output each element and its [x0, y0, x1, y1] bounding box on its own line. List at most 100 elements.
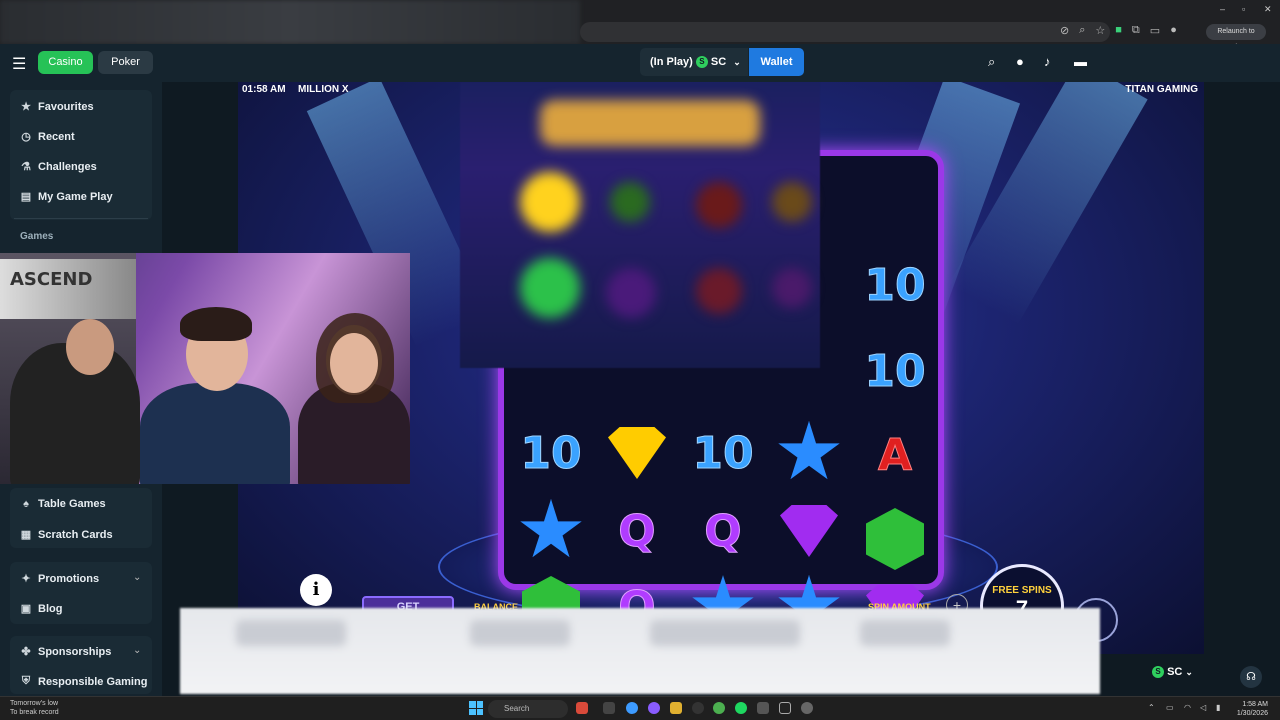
currency-label: SC: [1167, 666, 1183, 678]
sidebar-item-sponsorships[interactable]: ✤ Sponsorships: [20, 645, 111, 659]
sidebar-item-blog[interactable]: ▣ Blog: [20, 602, 63, 616]
profile-avatar[interactable]: ●: [1170, 24, 1177, 37]
games-section-header: Games: [20, 231, 54, 242]
blurred-symbol: [772, 182, 812, 222]
symbol-10: 10: [864, 345, 926, 397]
sidebar-item-label: Favourites: [38, 100, 94, 113]
grid-icon: ▦: [20, 529, 32, 541]
relaunch-button[interactable]: Relaunch to update: [1206, 24, 1266, 51]
browser-toolbar-icons: ⊘ ⌕ ☆ ■ ⧉ ▭ ●: [1060, 24, 1177, 37]
symbol-10: 10: [864, 259, 926, 311]
spotify-icon[interactable]: [735, 702, 747, 714]
game-title: MILLION X: [298, 84, 349, 95]
sidebar-item-label: Recent: [38, 130, 75, 143]
bookmark-star-icon[interactable]: ☆: [1095, 24, 1105, 37]
balance-selector[interactable]: (In Play) S SC ⌄: [640, 48, 748, 76]
wifi-icon[interactable]: ◠: [1184, 703, 1191, 712]
battery-icon[interactable]: ▮: [1216, 703, 1220, 712]
app-icon[interactable]: [648, 702, 660, 714]
chevron-down-icon[interactable]: ⌄: [133, 645, 141, 656]
sidebar-item-responsible-gaming[interactable]: ⛨ Responsible Gaming: [20, 675, 148, 688]
user-icon[interactable]: ●: [1016, 54, 1024, 69]
volume-icon[interactable]: ◁: [1200, 703, 1206, 712]
windows-start-icon[interactable]: [469, 701, 483, 715]
sidebar-item-favourites[interactable]: ★ Favourites: [20, 100, 94, 114]
symbol-10: 10: [692, 427, 754, 479]
app-icon[interactable]: [576, 702, 588, 714]
app-icon[interactable]: [801, 702, 813, 714]
tray-chevron-icon[interactable]: ⌃: [1148, 703, 1155, 712]
sidebar-item-label: My Game Play: [38, 190, 113, 203]
sidebar-item-table-games[interactable]: ♠ Table Games: [20, 498, 106, 510]
terminal-icon[interactable]: [779, 702, 791, 714]
address-bar[interactable]: [580, 22, 1110, 42]
symbol-a: A: [877, 429, 913, 481]
blurred-symbol: [696, 182, 742, 228]
blurred-symbol: [696, 268, 742, 314]
chat-icon[interactable]: ▬: [1074, 54, 1087, 69]
table-icon: ♠: [23, 498, 29, 510]
taskbar-search[interactable]: Search: [488, 700, 568, 718]
blurred-symbol: [772, 268, 812, 308]
zoom-icon[interactable]: ⌕: [1079, 24, 1085, 37]
weather-line-2: To break record: [10, 709, 59, 716]
folder-icon[interactable]: [670, 702, 682, 714]
tray-icon[interactable]: ▭: [1166, 703, 1174, 712]
weather-line-1: Tomorrow's low: [10, 700, 59, 707]
camera-off-icon[interactable]: ⊘: [1060, 24, 1069, 37]
person-left-head: [66, 319, 114, 375]
person-center: [140, 383, 290, 484]
app-icon[interactable]: [603, 702, 615, 714]
extension-icon[interactable]: ■: [1115, 24, 1122, 37]
tab-poker[interactable]: Poker: [98, 51, 153, 74]
currency-label: SC: [710, 56, 727, 68]
person-center-hair: [180, 307, 252, 341]
gift-icon: ✦: [21, 573, 31, 585]
tab-casino[interactable]: Casino: [38, 51, 93, 74]
green-gem-symbol: [520, 258, 580, 318]
headset-icon[interactable]: ☊: [1240, 666, 1262, 688]
app-icon[interactable]: [692, 702, 704, 714]
purple-gem-symbol: [780, 505, 838, 557]
free-spins-label: FREE SPINS: [992, 585, 1052, 596]
menu-icon[interactable]: ☰: [12, 54, 26, 74]
blurred-control: [236, 620, 346, 646]
search-icon[interactable]: ⌕: [988, 54, 995, 70]
sidebar-item-promotions[interactable]: ✦ Promotions: [20, 572, 100, 586]
blurred-overlay: [460, 82, 820, 368]
taskbar-clock[interactable]: 1:58 AM 1/30/2026: [1237, 700, 1268, 718]
blurred-control: [650, 620, 800, 646]
blue-star-symbol: [520, 499, 582, 558]
wallet-button[interactable]: Wallet: [749, 48, 804, 76]
close-window-button[interactable]: ✕: [1264, 4, 1272, 15]
puzzle-icon[interactable]: ⧉: [1132, 24, 1140, 37]
info-button[interactable]: i: [300, 574, 332, 606]
maximize-button[interactable]: ▫: [1242, 4, 1245, 14]
browser-tabs-blurred: [0, 0, 580, 44]
webcam-overlay: ASCEND: [0, 253, 410, 484]
blurred-controls-bar: [180, 608, 1100, 694]
sidebar-item-recent[interactable]: ◷ Recent: [20, 130, 75, 144]
bell-icon[interactable]: ♪: [1044, 54, 1051, 69]
handshake-icon: ✤: [21, 646, 31, 658]
footer-currency-selector[interactable]: S SC ⌄: [1152, 666, 1193, 679]
sidebar-item-challenges[interactable]: ⚗ Challenges: [20, 160, 97, 174]
yellow-gem-symbol: [520, 172, 580, 232]
chevron-down-icon: ⌄: [1185, 667, 1193, 677]
chevron-down-icon[interactable]: ⌄: [133, 572, 141, 583]
sc-coin-icon: S: [1152, 666, 1164, 679]
flask-icon: ⚗: [21, 161, 31, 173]
chrome-icon[interactable]: [713, 702, 725, 714]
minimize-button[interactable]: –: [1220, 4, 1225, 14]
sc-coin-icon: S: [695, 56, 708, 69]
weather-widget[interactable]: Tomorrow's low To break record: [10, 699, 59, 717]
sidebar-item-label: Table Games: [38, 498, 106, 510]
sidepanel-icon[interactable]: ▭: [1150, 24, 1160, 37]
chrome-icon[interactable]: [626, 702, 638, 714]
star-icon: ★: [21, 101, 31, 113]
sidebar-item-scratch-cards[interactable]: ▦ Scratch Cards: [20, 528, 113, 542]
app-icon[interactable]: [757, 702, 769, 714]
sidebar-item-label: Promotions: [38, 572, 100, 585]
sidebar-item-label: Blog: [38, 602, 63, 615]
sidebar-item-my-game-play[interactable]: ▤ My Game Play: [20, 190, 113, 204]
